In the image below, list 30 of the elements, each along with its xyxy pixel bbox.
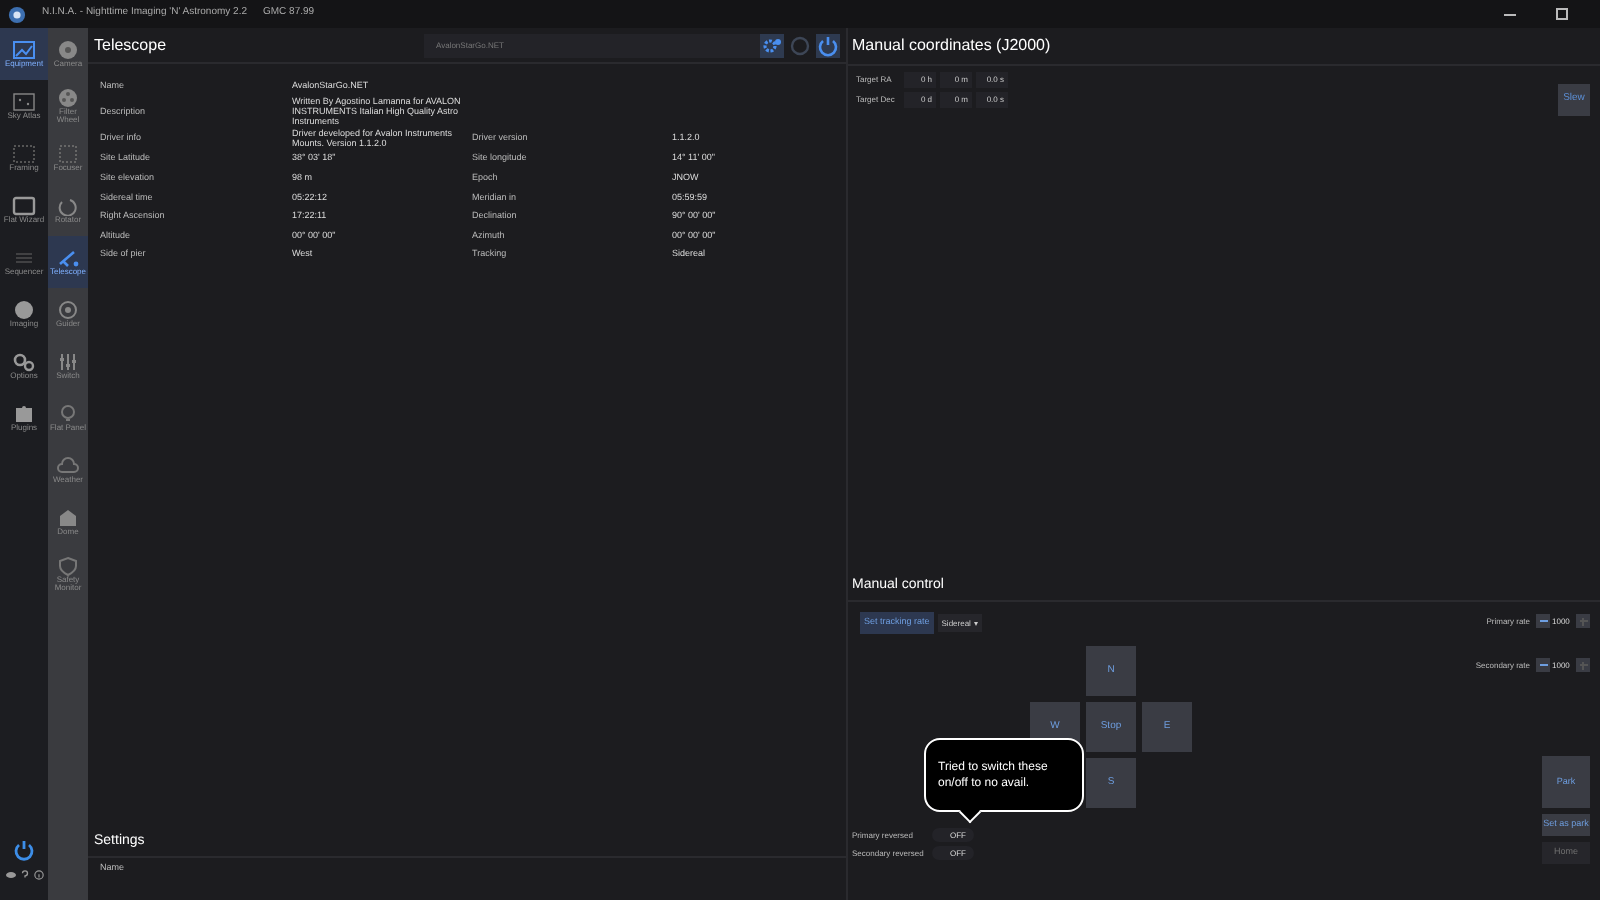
power-icon[interactable] (816, 34, 840, 58)
wheel-icon (56, 88, 80, 108)
screen-icon (12, 196, 36, 216)
aperture-icon (56, 40, 80, 60)
map-icon (12, 92, 36, 112)
target-icon (56, 300, 80, 320)
app-logo-icon (8, 5, 26, 23)
bulb-icon (56, 404, 80, 424)
frame-icon (12, 144, 36, 164)
minus-button[interactable] (1536, 614, 1550, 628)
caret-icon (974, 621, 979, 625)
settings-icon[interactable] (760, 34, 784, 58)
building-icon (56, 508, 80, 528)
focus-icon (56, 144, 80, 164)
power-icon[interactable] (12, 838, 36, 862)
circle-icon (12, 300, 36, 320)
sliders-icon (56, 352, 80, 372)
maximize-button[interactable] (1556, 8, 1568, 20)
telescope-icon (56, 248, 80, 268)
minimize-button[interactable] (1504, 13, 1516, 15)
gears-icon (12, 352, 36, 372)
list-icon (12, 248, 36, 268)
cloud-icon (56, 456, 80, 476)
panel-title: Telescope (94, 33, 167, 57)
shield-icon (56, 556, 80, 576)
minus-button[interactable] (1536, 658, 1550, 672)
eye-icon[interactable] (5, 870, 15, 880)
info-icon[interactable] (33, 870, 43, 880)
help-icon[interactable] (19, 870, 29, 880)
panel-title: Manual coordinates (J2000) (850, 34, 1051, 58)
